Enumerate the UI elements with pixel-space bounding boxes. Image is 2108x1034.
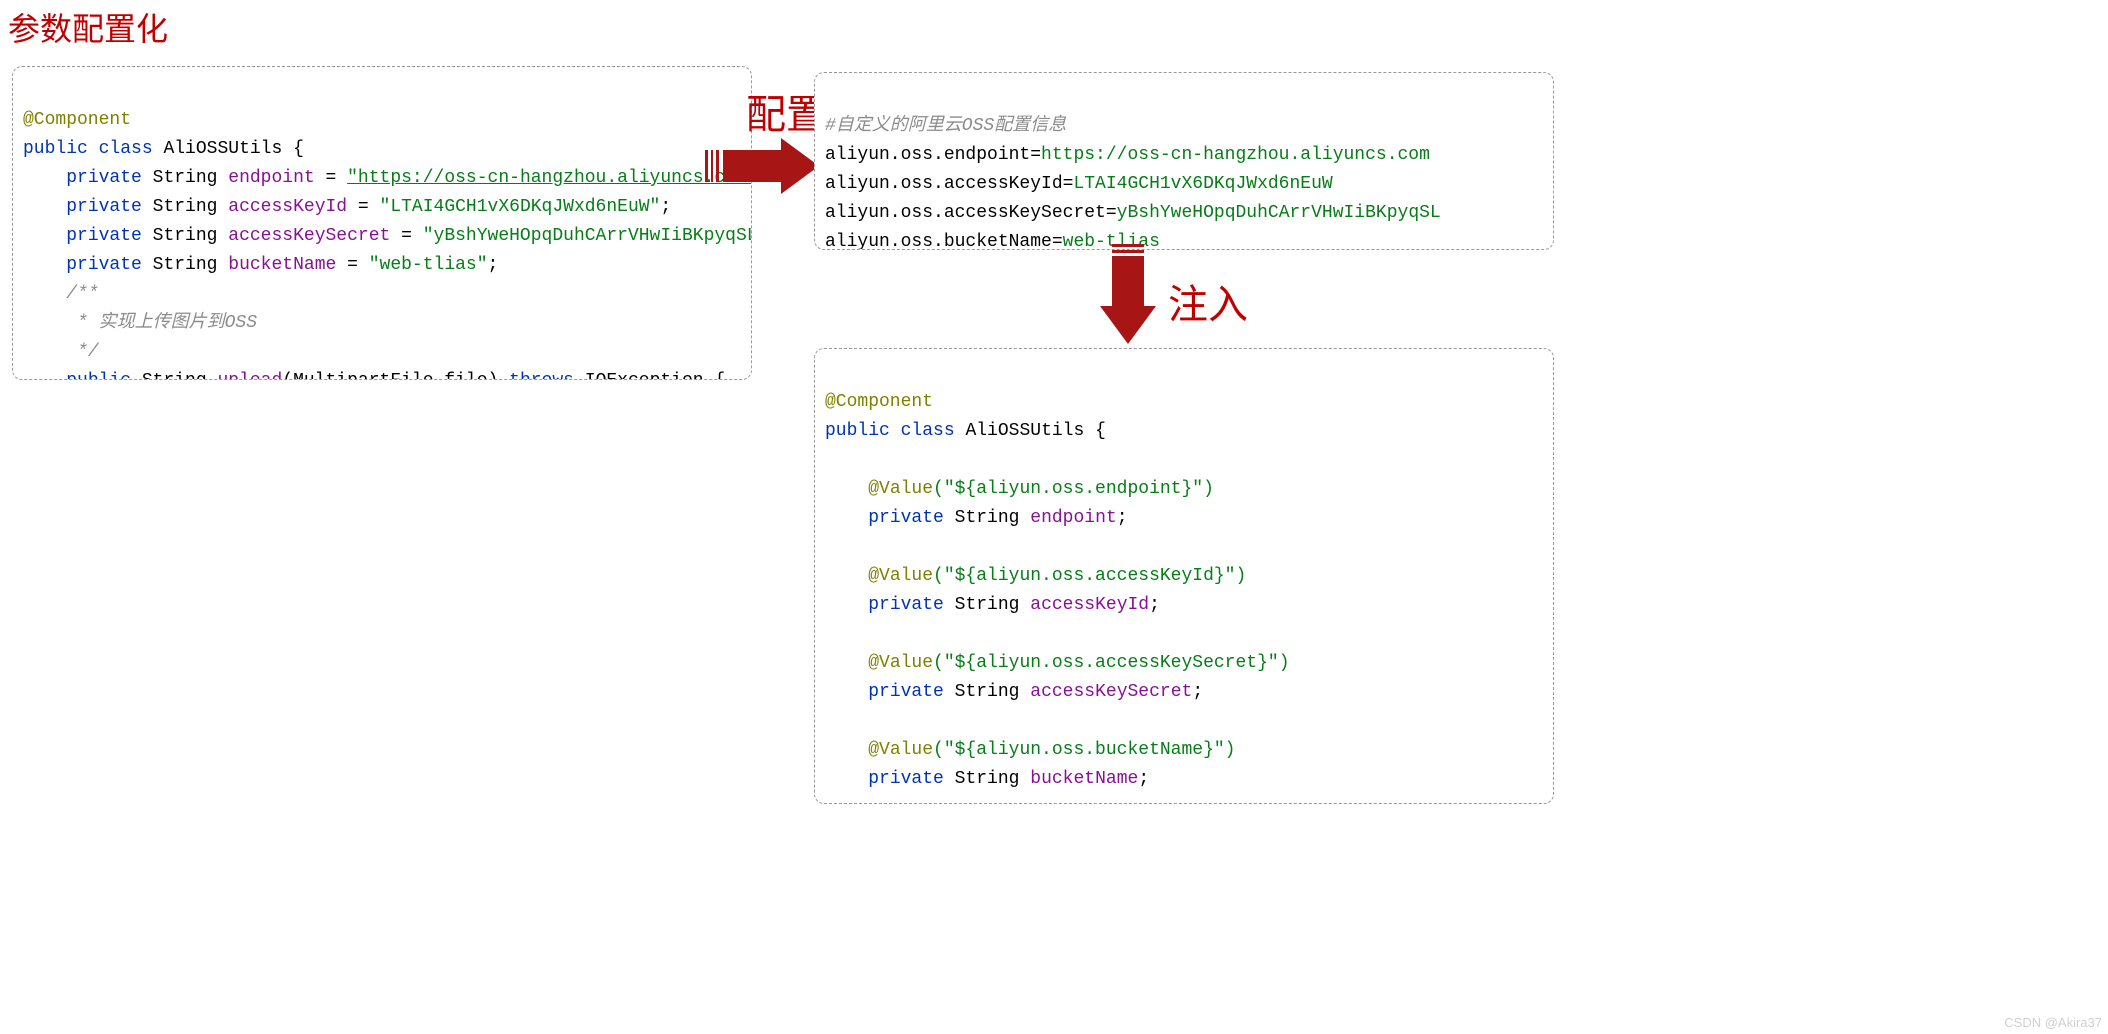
eq: = bbox=[390, 226, 422, 246]
kw-private: private bbox=[868, 769, 944, 789]
value-expr-accessKeySecret: ("${aliyun.oss.accessKeySecret}") bbox=[933, 653, 1289, 673]
field-bucketName: bucketName bbox=[1030, 769, 1138, 789]
config-comment: #自定义的阿里云OSS配置信息 bbox=[825, 116, 1066, 136]
annotation-component: @Component bbox=[825, 392, 933, 412]
value-accessKeyId: "LTAI4GCH1vX6DKqJWxd6nEuW" bbox=[380, 197, 661, 217]
kw-throws: throws bbox=[509, 371, 574, 380]
value-endpoint: "https://oss-cn-hangzhou.aliyuncs.com" bbox=[347, 168, 752, 188]
type-string: String bbox=[153, 168, 218, 188]
type-string: String bbox=[153, 255, 218, 275]
field-accessKeyId: accessKeyId bbox=[1030, 595, 1149, 615]
semi: ; bbox=[1192, 682, 1203, 702]
type-string: String bbox=[955, 682, 1020, 702]
prop-key-endpoint: aliyun.oss.endpoint bbox=[825, 145, 1030, 165]
prop-key-bucketName: aliyun.oss.bucketName bbox=[825, 232, 1052, 250]
kw-private: private bbox=[868, 682, 944, 702]
semi: ; bbox=[1149, 595, 1160, 615]
annotation-component: @Component bbox=[23, 110, 131, 130]
kw-private: private bbox=[868, 595, 944, 615]
prop-val-accessKeyId: LTAI4GCH1vX6DKqJWxd6nEuW bbox=[1073, 174, 1332, 194]
prop-val-accessKeySecret: yBshYweHOpqDuhCArrVHwIiBKpyqSL bbox=[1117, 203, 1441, 223]
brace: { bbox=[704, 371, 726, 380]
arrow-right-icon bbox=[723, 138, 819, 194]
method-params: (MultipartFile file) bbox=[282, 371, 498, 380]
semi: ; bbox=[660, 197, 671, 217]
value-accessKeySecret: "yBshYweHOpqDuhCArrVHwIiBKpyqSL" bbox=[423, 226, 752, 246]
eq: = bbox=[336, 255, 368, 275]
kw-private: private bbox=[66, 197, 142, 217]
type-string: String bbox=[955, 595, 1020, 615]
eq: = bbox=[1063, 174, 1074, 194]
value-expr-bucketName: ("${aliyun.oss.bucketName}") bbox=[933, 740, 1235, 760]
arrow-inject-label: 注入 bbox=[1168, 272, 1248, 330]
value-expr-endpoint: ("${aliyun.oss.endpoint}") bbox=[933, 479, 1214, 499]
arrow-config: 配置 bbox=[716, 82, 826, 194]
annotation-value: @Value bbox=[868, 566, 933, 586]
arrow-down-icon bbox=[1100, 258, 1156, 344]
type-string: String bbox=[142, 371, 207, 380]
prop-key-accessKeySecret: aliyun.oss.accessKeySecret bbox=[825, 203, 1106, 223]
annotation-value: @Value bbox=[868, 479, 933, 499]
semi: ; bbox=[488, 255, 499, 275]
field-accessKeySecret: accessKeySecret bbox=[1030, 682, 1192, 702]
class-name: AliOSSUtils bbox=[163, 139, 282, 159]
kw-private: private bbox=[868, 508, 944, 528]
code-box-original: @Component public class AliOSSUtils { pr… bbox=[12, 66, 752, 380]
exception: IOException bbox=[585, 371, 704, 380]
eq: = bbox=[315, 168, 347, 188]
type-string: String bbox=[153, 197, 218, 217]
annotation-value: @Value bbox=[868, 653, 933, 673]
field-endpoint: endpoint bbox=[228, 168, 314, 188]
kw-private: private bbox=[66, 226, 142, 246]
kw-class: class bbox=[99, 139, 153, 159]
field-endpoint: endpoint bbox=[1030, 508, 1116, 528]
method-upload: upload bbox=[217, 371, 282, 380]
class-name: AliOSSUtils bbox=[965, 421, 1084, 441]
code-box-injected: @Component public class AliOSSUtils { @V… bbox=[814, 348, 1554, 804]
type-string: String bbox=[153, 226, 218, 246]
page-title: 参数配置化 bbox=[8, 4, 168, 50]
comment-body: * 实现上传图片到OSS bbox=[66, 313, 257, 333]
field-bucketName: bucketName bbox=[228, 255, 336, 275]
eq: = bbox=[1030, 145, 1041, 165]
kw-private: private bbox=[66, 168, 142, 188]
prop-val-endpoint: https://oss-cn-hangzhou.aliyuncs.com bbox=[1041, 145, 1430, 165]
comment-close: */ bbox=[66, 342, 98, 362]
code-box-config: #自定义的阿里云OSS配置信息 aliyun.oss.endpoint=http… bbox=[814, 72, 1554, 250]
kw-public: public bbox=[23, 139, 88, 159]
semi: ; bbox=[1117, 508, 1128, 528]
kw-class: class bbox=[901, 421, 955, 441]
type-string: String bbox=[955, 769, 1020, 789]
field-accessKeyId: accessKeyId bbox=[228, 197, 347, 217]
kw-public: public bbox=[66, 371, 131, 380]
prop-key-accessKeyId: aliyun.oss.accessKeyId bbox=[825, 174, 1063, 194]
value-expr-accessKeyId: ("${aliyun.oss.accessKeyId}") bbox=[933, 566, 1246, 586]
field-accessKeySecret: accessKeySecret bbox=[228, 226, 390, 246]
kw-private: private bbox=[66, 255, 142, 275]
eq: = bbox=[1052, 232, 1063, 250]
brace: { bbox=[282, 139, 304, 159]
kw-public: public bbox=[825, 421, 890, 441]
brace: { bbox=[1084, 421, 1106, 441]
type-string: String bbox=[955, 508, 1020, 528]
eq: = bbox=[1106, 203, 1117, 223]
watermark: CSDN @Akira37 bbox=[2004, 1015, 2102, 1030]
comment-open: /** bbox=[66, 284, 98, 304]
semi: ; bbox=[1138, 769, 1149, 789]
annotation-value: @Value bbox=[868, 740, 933, 760]
value-bucketName: "web-tlias" bbox=[369, 255, 488, 275]
arrow-inject: 注入 bbox=[1100, 258, 1248, 344]
eq: = bbox=[347, 197, 379, 217]
